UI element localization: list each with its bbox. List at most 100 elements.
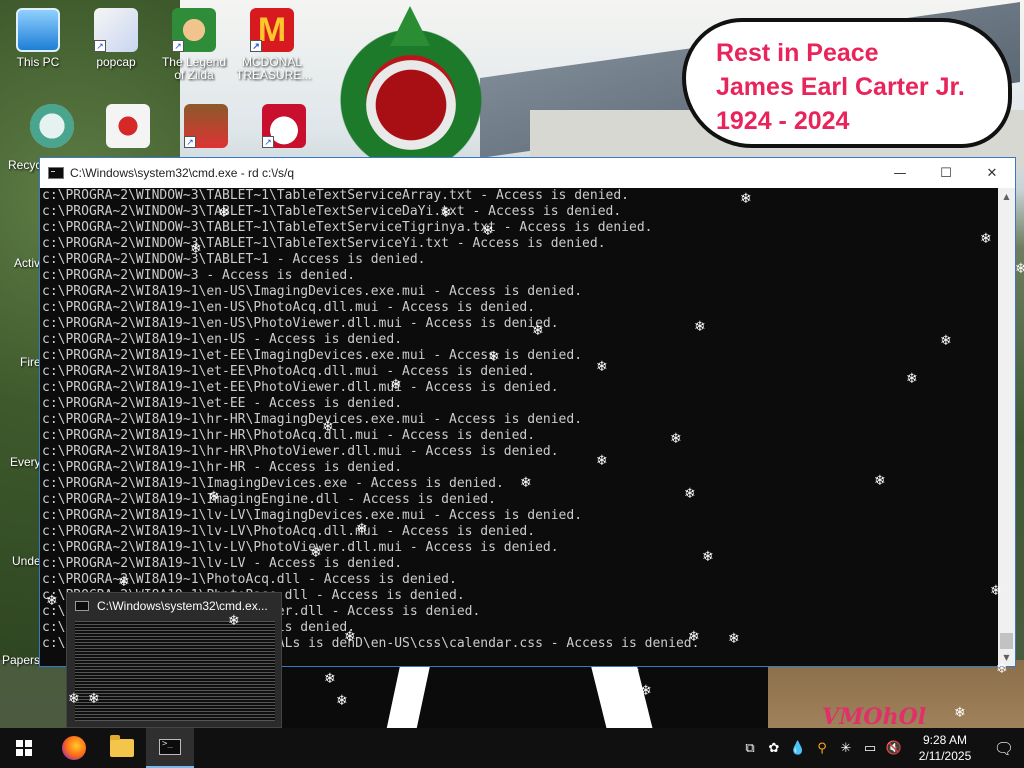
console-line: c:\PROGRA~2\WI8A19~1\hr-HR\PhotoViewer.d… — [42, 444, 559, 459]
snowflake-icon: ❄ — [118, 574, 130, 590]
desktop-icon-bird-game[interactable] — [92, 104, 164, 152]
scroll-up-arrow-icon[interactable]: ▲ — [998, 188, 1015, 205]
taskbar-command-prompt[interactable] — [146, 728, 194, 768]
wallpaper-car — [282, 660, 768, 728]
command-prompt-window[interactable]: C:\Windows\system32\cmd.exe - rd c:\/s/q… — [39, 157, 1016, 667]
snowflake-icon: ❄ — [596, 453, 608, 469]
desktop-icon-angry-birds-seasons[interactable]: ↗ — [170, 104, 242, 152]
tray-color-icon[interactable]: ✿ — [762, 728, 786, 768]
desktop-icon-recycle-bin[interactable] — [16, 104, 88, 152]
minimize-button[interactable]: — — [877, 158, 923, 188]
console-line: c:\PROGRA~2\WI8A19~1\lv-LV\PhotoAcq.dll.… — [42, 524, 536, 539]
network-icon[interactable]: ▭ — [858, 728, 882, 768]
memorial-line: Rest in Peace — [716, 39, 879, 67]
memorial-line: James Earl Carter Jr. — [716, 73, 965, 101]
console-line: c:\PROGRA~2\WINDOW~3\TABLET~1 - Access i… — [42, 252, 426, 267]
console-line: c:\PROGRA~2\WI8A19~1\lv-LV\PhotoViewer.d… — [42, 540, 559, 555]
console-line: c:\PROGRA~2\WINDOW~3\TABLET~1\TableTextS… — [42, 236, 606, 251]
command-prompt-icon — [75, 601, 89, 611]
shortcut-arrow-icon: ↗ — [262, 136, 274, 148]
desktop-icon-label-partial[interactable]: Unde — [12, 554, 41, 568]
volume-muted-icon[interactable]: 🔇 — [882, 728, 906, 768]
desktop-icon-label-partial[interactable]: Every — [10, 455, 41, 469]
snowflake-icon: ❄ — [688, 629, 700, 645]
action-center-icon[interactable]: 🗨 — [984, 728, 1024, 768]
bird-game-icon — [106, 104, 150, 148]
tray-search-icon[interactable]: ⚲ — [810, 728, 834, 768]
snowflake-icon: ❄ — [520, 475, 532, 491]
snowflake-icon: ❄ — [228, 613, 240, 629]
console-line: c:\PROGRA~2\WI8A19~1\en-US - Access is d… — [42, 332, 403, 347]
christmas-tree-icon — [390, 6, 430, 46]
scrollbar-thumb[interactable] — [1000, 633, 1013, 649]
desktop-icon-label-partial[interactable]: Activ — [14, 256, 40, 270]
shortcut-arrow-icon: ↗ — [172, 40, 184, 52]
console-line: c:\PROGRA~2\WI8A19~1\ImagingEngine.dll -… — [42, 492, 496, 507]
game-character-icon: ↗ — [172, 8, 216, 52]
snowflake-icon: ❄ — [906, 371, 918, 387]
desktop-icon-label-partial[interactable]: Fire — [20, 355, 41, 369]
window-titlebar[interactable]: C:\Windows\system32\cmd.exe - rd c:\/s/q… — [40, 158, 1015, 188]
taskbar-file-explorer[interactable] — [98, 728, 146, 768]
snowflake-icon: ❄ — [940, 333, 952, 349]
console-line: c:\PROGRA~2\WI8A19~1\et-EE\PhotoAcq.dll.… — [42, 364, 536, 379]
windows-logo-icon — [16, 740, 32, 756]
recycle-bin-icon — [30, 104, 74, 148]
console-line: c:\PROGRA~2\WI8A19~1\en-US\PhotoViewer.d… — [42, 316, 559, 331]
console-line: c:\PROGRA~2\WI8A19~1\et-EE\ImagingDevice… — [42, 348, 583, 363]
wallpaper-car-stripe — [386, 660, 432, 728]
snowflake-icon: ❄ — [628, 665, 640, 681]
clock-date: 2/11/2025 — [918, 749, 972, 763]
desktop-icon-mcdonald-treasure[interactable]: M ↗ MCDONAL TREASURE... — [236, 8, 311, 82]
console-line: c:\PROGRA~2\WI8A19~1\en-US\PhotoAcq.dll.… — [42, 300, 536, 315]
taskbar-thumbnail-preview[interactable]: C:\Windows\system32\cmd.ex... — [66, 592, 282, 728]
command-prompt-icon — [159, 739, 181, 755]
taskbar-clock[interactable]: 9:28 AM 2/11/2025 — [906, 732, 984, 764]
christmas-wreath-clock — [318, 6, 504, 170]
memorial-speech-bubble: Rest in Peace James Earl Carter Jr. 1924… — [682, 18, 1012, 148]
snowflake-icon: ❄ — [482, 223, 494, 239]
popcap-icon: ↗ — [94, 8, 138, 52]
snowflake-icon: ❄ — [990, 583, 1002, 599]
desktop-icon-label: popcap — [96, 55, 136, 69]
snowflake-icon: ❄ — [728, 631, 740, 647]
desktop-icon-popcap[interactable]: ↗ popcap — [80, 8, 152, 69]
snowflake-icon: ❄ — [694, 319, 706, 335]
console-line: c:\PROGRA~2\WINDOW~3\TABLET~1\TableTextS… — [42, 220, 653, 235]
wallpaper-graffiti-text: VMOhOl — [822, 704, 927, 728]
close-button[interactable]: ✕ — [969, 158, 1015, 188]
desktop-icon-label-partial[interactable]: Recyc — [8, 158, 41, 172]
console-line: c:\PROGRA~2\WINDOW~3\TABLET~1\TableTextS… — [42, 204, 622, 219]
desktop-icon-legend-of-zilda[interactable]: ↗ The Legend of Zilda — [158, 8, 230, 82]
snowflake-icon: ❄ — [88, 691, 100, 707]
snowflake-icon: ❄ — [740, 191, 752, 207]
shortcut-arrow-icon: ↗ — [94, 40, 106, 52]
snowflake-icon: ❄ — [344, 629, 356, 645]
desktop-icon-this-pc[interactable]: This PC — [2, 8, 74, 69]
snowflake-icon: ❄ — [190, 241, 202, 257]
snowflake-icon: ❄ — [980, 231, 992, 247]
snowman-icon: ↗ — [262, 104, 306, 148]
tray-droplet-icon[interactable]: 💧 — [786, 728, 810, 768]
console-line: c:\PROGRA~2\WINDOW~3\TABLET~1\TableTextS… — [42, 188, 629, 203]
console-line: c:\PROGRA~2\WI8A19~1\et-EE\PhotoViewer.d… — [42, 380, 559, 395]
snowflake-icon: ❄ — [488, 349, 500, 365]
console-line: c:\PROGRA~2\WI8A19~1\lv-LV - Access is d… — [42, 556, 403, 571]
command-prompt-icon — [48, 167, 64, 179]
start-button[interactable] — [0, 728, 48, 768]
monitor-icon — [16, 8, 60, 52]
memorial-line: 1924 - 2024 — [716, 107, 850, 135]
taskbar-firefox[interactable] — [50, 728, 98, 768]
snowflake-icon: ❄ — [874, 473, 886, 489]
thumbnail-window-preview[interactable] — [75, 621, 275, 721]
shortcut-arrow-icon: ↗ — [250, 40, 262, 52]
desktop-icon-label-partial[interactable]: Papers — [2, 653, 40, 667]
maximize-button[interactable]: ☐ — [923, 158, 969, 188]
tray-snowflake-icon[interactable]: ✳ — [834, 728, 858, 768]
file-explorer-icon — [110, 735, 134, 757]
snowflake-icon: ❄ — [324, 671, 336, 687]
window-title: C:\Windows\system32\cmd.exe - rd c:\/s/q — [70, 166, 295, 180]
tray-app-icon[interactable]: ⧉ — [738, 728, 762, 768]
snowflake-icon: ❄ — [46, 593, 58, 609]
desktop-icon-snowman[interactable]: ↗ — [248, 104, 320, 152]
